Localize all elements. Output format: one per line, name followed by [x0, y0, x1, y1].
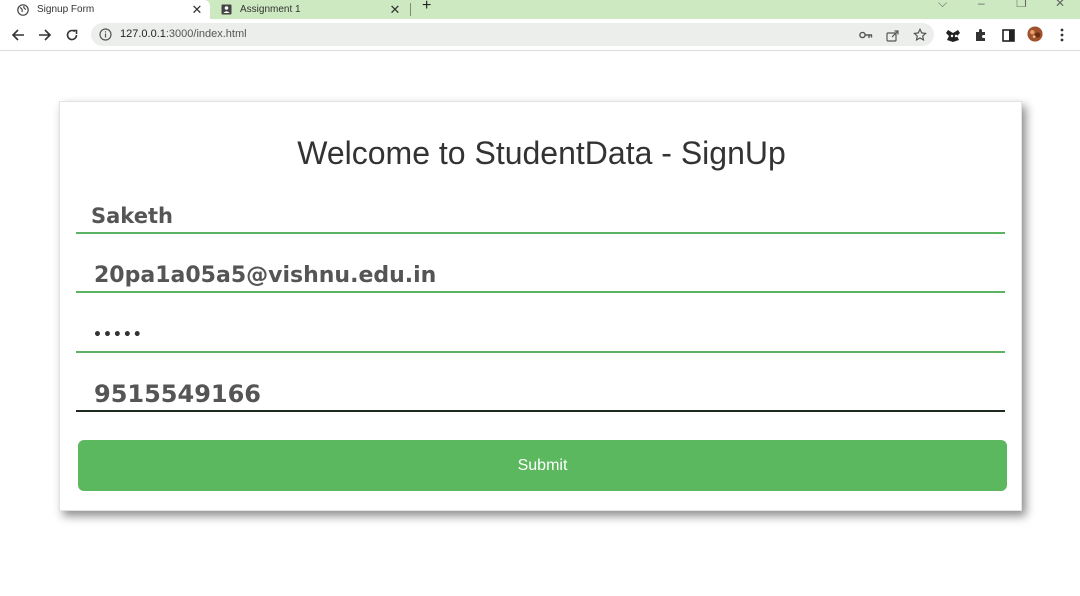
- globe-icon: [17, 3, 29, 16]
- puzzle-extensions-icon[interactable]: [973, 27, 989, 43]
- phone-field[interactable]: [76, 378, 1005, 412]
- key-icon[interactable]: [859, 28, 873, 42]
- browser-toolbar: 127.0.0.1:3000/index.html: [0, 19, 1080, 51]
- tab-title: Assignment 1: [240, 4, 301, 15]
- password-field[interactable]: [76, 319, 1005, 353]
- signup-card: Welcome to StudentData - SignUp Submit: [59, 101, 1022, 511]
- email-field[interactable]: [76, 259, 1005, 293]
- contact-card-icon: [220, 4, 232, 16]
- url-host: 127.0.0.1: [120, 28, 166, 40]
- tab-separator: [410, 3, 411, 16]
- page-title: Welcome to StudentData - SignUp: [297, 135, 786, 171]
- submit-button[interactable]: Submit: [78, 440, 1007, 491]
- profile-avatar[interactable]: [1027, 26, 1043, 42]
- more-menu-icon[interactable]: [1054, 27, 1070, 43]
- close-tab-icon[interactable]: ✕: [388, 2, 402, 18]
- new-tab-icon[interactable]: +: [422, 0, 431, 15]
- name-field[interactable]: [76, 200, 1005, 234]
- url-text[interactable]: 127.0.0.1:3000/index.html: [120, 28, 247, 40]
- maximize-icon[interactable]: ❐: [1016, 0, 1027, 10]
- side-panel-icon[interactable]: [1000, 27, 1016, 43]
- bookmark-star-icon[interactable]: [913, 28, 927, 42]
- back-icon[interactable]: [8, 25, 28, 45]
- minimize-icon[interactable]: –: [978, 0, 985, 10]
- reload-icon[interactable]: [62, 25, 82, 45]
- address-bar[interactable]: 127.0.0.1:3000/index.html: [91, 23, 934, 46]
- tab-title: Signup Form: [37, 4, 95, 15]
- close-tab-icon[interactable]: ✕: [190, 2, 204, 18]
- extension-icon[interactable]: [946, 27, 962, 43]
- tab-assignment-1[interactable]: Assignment 1 ✕: [212, 0, 408, 19]
- site-info-icon[interactable]: [99, 28, 112, 46]
- forward-icon[interactable]: [35, 25, 55, 45]
- close-window-icon[interactable]: ✕: [1055, 0, 1065, 10]
- url-path: :3000/index.html: [165, 28, 247, 40]
- tab-strip: Signup Form ✕ Assignment 1 ✕ + ⌵ – ❐ ✕: [0, 0, 1080, 19]
- tab-signup-form[interactable]: Signup Form ✕: [0, 0, 210, 19]
- share-icon[interactable]: [886, 28, 900, 42]
- tab-search-chevron-icon[interactable]: ⌵: [938, 0, 947, 11]
